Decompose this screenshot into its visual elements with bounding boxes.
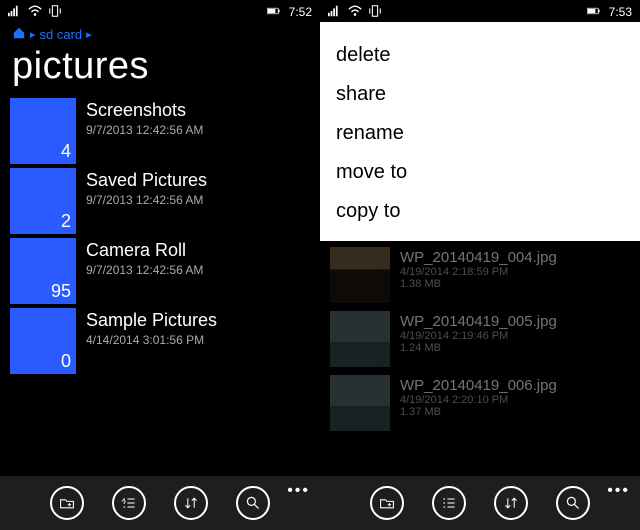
clock: 7:52 — [289, 5, 312, 19]
file-size: 1.37 MB — [400, 406, 557, 418]
app-bar: ••• — [320, 476, 640, 530]
signal-icon — [8, 4, 22, 21]
menu-item-delete[interactable]: delete — [336, 44, 624, 67]
battery-icon — [587, 4, 601, 21]
status-bar: 7:52 — [0, 0, 320, 22]
page-title: pictures — [0, 43, 320, 98]
new-folder-button[interactable] — [50, 486, 84, 520]
folder-tile: 95 — [10, 238, 76, 304]
menu-item-share[interactable]: share — [336, 83, 624, 106]
folder-date: 9/7/2013 12:42:56 AM — [86, 123, 203, 137]
breadcrumb-sdcard[interactable]: sd card — [40, 27, 83, 42]
folder-date: 9/7/2013 12:42:56 AM — [86, 193, 207, 207]
sort-button[interactable] — [174, 486, 208, 520]
file-date: 4/19/2014 2:19:46 PM — [400, 330, 557, 342]
file-date: 4/19/2014 2:18:59 PM — [400, 266, 557, 278]
folder-name: Camera Roll — [86, 240, 203, 261]
sort-button[interactable] — [494, 486, 528, 520]
file-name: WP_20140419_004.jpg — [400, 249, 557, 266]
folder-tile: 0 — [10, 308, 76, 374]
file-thumbnail — [330, 311, 390, 367]
file-date: 4/19/2014 2:20:10 PM — [400, 394, 557, 406]
folder-count: 95 — [51, 281, 71, 302]
file-size: 1.24 MB — [400, 342, 557, 354]
file-item[interactable]: WP_20140419_004.jpg 4/19/2014 2:18:59 PM… — [330, 247, 630, 307]
file-item[interactable]: WP_20140419_006.jpg 4/19/2014 2:20:10 PM… — [330, 375, 630, 435]
vibrate-icon — [48, 4, 62, 21]
search-button[interactable] — [556, 486, 590, 520]
phone-left: 7:52 ▸ sd card ▸ pictures 4 Screenshots … — [0, 0, 320, 530]
folder-tile: 2 — [10, 168, 76, 234]
folder-date: 4/14/2014 3:01:56 PM — [86, 333, 217, 347]
wifi-icon — [348, 4, 362, 21]
folder-name: Screenshots — [86, 100, 203, 121]
clock: 7:53 — [609, 5, 632, 19]
app-bar: ••• — [0, 476, 320, 530]
search-button[interactable] — [236, 486, 270, 520]
folder-item-camera-roll[interactable]: 95 Camera Roll 9/7/2013 12:42:56 AM — [10, 238, 310, 304]
folder-count: 4 — [61, 141, 71, 162]
file-item[interactable]: WP_20140419_005.jpg 4/19/2014 2:19:46 PM… — [330, 311, 630, 371]
folder-tile: 4 — [10, 98, 76, 164]
file-size: 1.38 MB — [400, 278, 557, 290]
folder-list: 4 Screenshots 9/7/2013 12:42:56 AM 2 Sav… — [0, 98, 320, 476]
folder-item-screenshots[interactable]: 4 Screenshots 9/7/2013 12:42:56 AM — [10, 98, 310, 164]
folder-name: Saved Pictures — [86, 170, 207, 191]
folder-count: 0 — [61, 351, 71, 372]
menu-item-move-to[interactable]: move to — [336, 161, 624, 184]
more-button[interactable]: ••• — [287, 482, 310, 500]
battery-icon — [267, 4, 281, 21]
status-bar: 7:53 — [320, 0, 640, 22]
menu-item-rename[interactable]: rename — [336, 122, 624, 145]
more-button[interactable]: ••• — [607, 482, 630, 500]
signal-icon — [328, 4, 342, 21]
select-button[interactable] — [112, 486, 146, 520]
new-folder-button[interactable] — [370, 486, 404, 520]
select-button[interactable] — [432, 486, 466, 520]
breadcrumb-caret: ▸ — [30, 28, 36, 41]
home-icon[interactable] — [12, 26, 26, 43]
file-thumbnail — [330, 247, 390, 303]
menu-item-copy-to[interactable]: copy to — [336, 200, 624, 223]
folder-date: 9/7/2013 12:42:56 AM — [86, 263, 203, 277]
folder-count: 2 — [61, 211, 71, 232]
folder-name: Sample Pictures — [86, 310, 217, 331]
folder-item-sample-pictures[interactable]: 0 Sample Pictures 4/14/2014 3:01:56 PM — [10, 308, 310, 374]
wifi-icon — [28, 4, 42, 21]
file-thumbnail — [330, 375, 390, 431]
phone-right: 7:53 delete share rename move to copy to… — [320, 0, 640, 530]
breadcrumb-caret: ▸ — [86, 28, 92, 41]
file-name: WP_20140419_005.jpg — [400, 313, 557, 330]
file-name: WP_20140419_006.jpg — [400, 377, 557, 394]
breadcrumb[interactable]: ▸ sd card ▸ — [0, 22, 320, 43]
file-list: WP_20140419_004.jpg 4/19/2014 2:18:59 PM… — [320, 241, 640, 476]
context-menu: delete share rename move to copy to — [320, 22, 640, 241]
folder-item-saved-pictures[interactable]: 2 Saved Pictures 9/7/2013 12:42:56 AM — [10, 168, 310, 234]
vibrate-icon — [368, 4, 382, 21]
